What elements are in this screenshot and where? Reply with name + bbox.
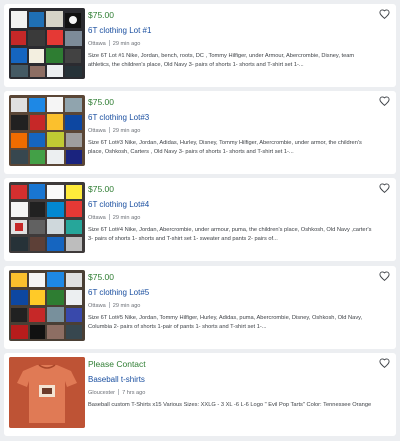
listing-description: Baseball custom T-Shirts x15 Various Siz… — [88, 402, 372, 408]
heart-outline-icon[interactable] — [379, 96, 390, 107]
listing-image[interactable] — [9, 357, 85, 428]
listing-image[interactable] — [9, 8, 85, 79]
listing-description: Size 6T Lot#4 Nike, Jordan, Abercrombie,… — [88, 227, 372, 242]
listing-list: $75.00 6T clothing Lot #1 Ottawa 29 min a… — [0, 0, 400, 441]
listing-meta: Ottawa 29 min ago — [88, 127, 376, 135]
listing-image[interactable] — [9, 95, 85, 166]
clothing-photo-icon — [9, 95, 85, 166]
listing-location: Gloucester — [88, 390, 116, 396]
listing-price: $75.00 — [88, 10, 114, 20]
meta-divider — [108, 127, 110, 133]
listing-location: Ottawa — [88, 215, 106, 221]
heart-outline-icon[interactable] — [379, 9, 390, 20]
listing-title[interactable]: 6T clothing Lot#3 — [88, 112, 376, 123]
listing-meta: Ottawa 29 min ago — [88, 302, 376, 310]
meta-divider — [108, 40, 110, 46]
listing-location: Ottawa — [88, 303, 106, 309]
listing-card[interactable]: Please Contact Baseball t-shirts Glouces… — [4, 353, 396, 436]
listing-location: Ottawa — [88, 128, 106, 134]
listing-time: 29 min ago — [112, 128, 141, 134]
meta-divider — [118, 389, 120, 395]
listing-description: Size 6T Lot#5 Nike, Jordan, Tommy Hilfig… — [88, 315, 363, 330]
listing-image[interactable] — [9, 182, 85, 253]
listing-title[interactable]: 6T clothing Lot#4 — [88, 199, 376, 210]
tshirt-photo-icon — [9, 357, 85, 428]
listing-title[interactable]: 6T clothing Lot #1 — [88, 25, 376, 36]
heart-outline-icon[interactable] — [379, 271, 390, 282]
listing-price: Please Contact — [88, 359, 146, 369]
listing-description: Size 6T Lot#3 Nike, Jordan, Adidas, Hurl… — [88, 140, 362, 155]
listing-meta: Ottawa 29 min ago — [88, 40, 376, 48]
clothing-photo-icon — [9, 8, 85, 79]
heart-outline-icon[interactable] — [379, 358, 390, 369]
listing-card[interactable]: $75.00 6T clothing Lot #1 Ottawa 29 min a… — [4, 4, 396, 87]
listing-image[interactable] — [9, 270, 85, 341]
listing-location: Ottawa — [88, 41, 106, 47]
listing-meta: Gloucester 7 hrs ago — [88, 389, 376, 397]
listing-card[interactable]: $75.00 6T clothing Lot#3 Ottawa 29 min ag… — [4, 91, 396, 174]
listing-price: $75.00 — [88, 97, 114, 107]
clothing-photo-icon — [9, 182, 85, 253]
listing-description: Size 6T Lot #1 Nike, Jordan, bench, root… — [88, 53, 355, 68]
listing-price: $75.00 — [88, 272, 114, 282]
listing-meta: Ottawa 29 min ago — [88, 214, 376, 222]
listing-card[interactable]: $75.00 6T clothing Lot#5 Ottawa 29 min ag… — [4, 266, 396, 349]
listing-time: 29 min ago — [112, 215, 141, 221]
meta-divider — [108, 214, 110, 220]
listing-time: 29 min ago — [112, 41, 141, 47]
heart-outline-icon[interactable] — [379, 183, 390, 194]
listing-time: 29 min ago — [112, 303, 141, 309]
meta-divider — [108, 302, 110, 308]
clothing-photo-icon — [9, 270, 85, 341]
listing-card[interactable]: $75.00 6T clothing Lot#4 Ottawa 29 min ag… — [4, 178, 396, 261]
listing-title[interactable]: 6T clothing Lot#5 — [88, 287, 376, 298]
listing-time: 7 hrs ago — [122, 390, 146, 396]
listing-price: $75.00 — [88, 184, 114, 194]
listing-title[interactable]: Baseball t-shirts — [88, 374, 376, 385]
